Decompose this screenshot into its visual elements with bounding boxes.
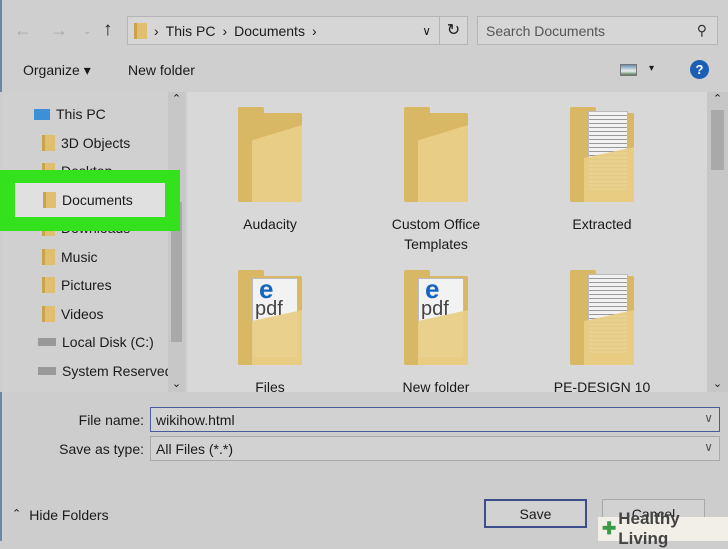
files-scrollbar[interactable]: ⌃ ⌄ xyxy=(707,92,728,392)
folder-item[interactable]: e pdf Files xyxy=(195,270,345,397)
nav-music[interactable]: Music xyxy=(42,249,98,265)
nav-videos[interactable]: Videos xyxy=(42,306,104,322)
folder-item[interactable]: Audacity xyxy=(195,107,345,234)
folder-icon xyxy=(42,135,55,151)
view-icon[interactable] xyxy=(620,64,637,76)
recent-dropdown[interactable]: ⌄ xyxy=(83,26,91,37)
drive-icon xyxy=(38,367,56,375)
folder-name: Custom Office Templates xyxy=(391,216,481,252)
music-folder-icon xyxy=(42,249,55,265)
new-folder-button[interactable]: New folder xyxy=(128,62,195,78)
nav-scrollbar[interactable]: ⌃ ⌄ xyxy=(168,92,185,392)
folder-icon xyxy=(404,107,468,202)
breadcrumb-documents[interactable]: Documents xyxy=(234,23,305,39)
nav-this-pc[interactable]: This PC xyxy=(34,106,106,122)
scroll-thumb xyxy=(711,110,724,170)
save-button[interactable]: Save xyxy=(484,499,587,528)
title-toolbar xyxy=(0,0,728,92)
nav-pictures[interactable]: Pictures xyxy=(42,277,112,293)
folder-icon xyxy=(238,107,302,202)
organize-button[interactable]: Organize ▾ xyxy=(23,62,91,79)
file-list: Audacity Custom Office Templates Extracted… xyxy=(187,92,707,395)
refresh-icon[interactable]: ↻ xyxy=(439,17,467,44)
scroll-up: ⌃ xyxy=(171,93,182,105)
scroll-down: ⌄ xyxy=(171,378,182,390)
folder-icon: e pdf xyxy=(238,270,302,365)
view-dropdown[interactable]: ▾ xyxy=(649,63,654,74)
videos-folder-icon xyxy=(42,306,55,322)
folder-item[interactable]: Extracted xyxy=(527,107,677,234)
folder-icon: e pdf xyxy=(404,270,468,365)
hide-folders-button[interactable]: ⌃ Hide Folders xyxy=(12,507,109,523)
forward-button[interactable]: → xyxy=(50,20,68,41)
search-input[interactable]: Search Documents ⚲ xyxy=(477,16,718,45)
folder-name: Audacity xyxy=(243,216,297,232)
drive-icon xyxy=(38,338,56,346)
watermark: ✚ Healthy Living xyxy=(598,509,728,548)
pictures-folder-icon xyxy=(42,277,55,293)
nav-local-disk[interactable]: Local Disk (C:) xyxy=(38,334,154,350)
folder-icon xyxy=(570,270,634,365)
documents-icon xyxy=(134,22,147,39)
folder-name: Extracted xyxy=(572,216,632,232)
folder-item[interactable]: e pdf New folder xyxy=(361,270,511,397)
computer-icon xyxy=(34,108,50,120)
save-type-label: Save as type: xyxy=(59,441,144,457)
folder-item[interactable]: Custom Office Templates xyxy=(361,107,511,254)
breadcrumb-this-pc[interactable]: This PC xyxy=(166,23,216,39)
documents-icon xyxy=(43,192,56,208)
up-button[interactable]: ↑ xyxy=(103,19,113,41)
folder-item[interactable]: PE-DESIGN 10 xyxy=(527,270,677,397)
back-button[interactable]: ← xyxy=(14,20,32,41)
address-dropdown[interactable]: ∨ xyxy=(422,24,431,38)
file-name-label: File name: xyxy=(78,412,144,428)
nav-3d-objects[interactable]: 3D Objects xyxy=(42,135,130,151)
help-icon[interactable]: ? xyxy=(690,60,709,79)
nav-system-reserved[interactable]: System Reserved xyxy=(38,363,172,379)
search-icon: ⚲ xyxy=(696,22,707,38)
navigation-pane: This PC 3D Objects Desktop Downloads Mus… xyxy=(2,92,172,392)
file-name-input[interactable]: wikihow.html ∨ xyxy=(150,407,720,432)
address-bar[interactable]: › This PC › Documents › ∨ ↻ xyxy=(127,16,468,45)
nav-documents[interactable]: Documents xyxy=(15,183,165,217)
save-type-select[interactable]: All Files (*.*) ∨ xyxy=(150,436,720,461)
folder-icon xyxy=(570,107,634,202)
